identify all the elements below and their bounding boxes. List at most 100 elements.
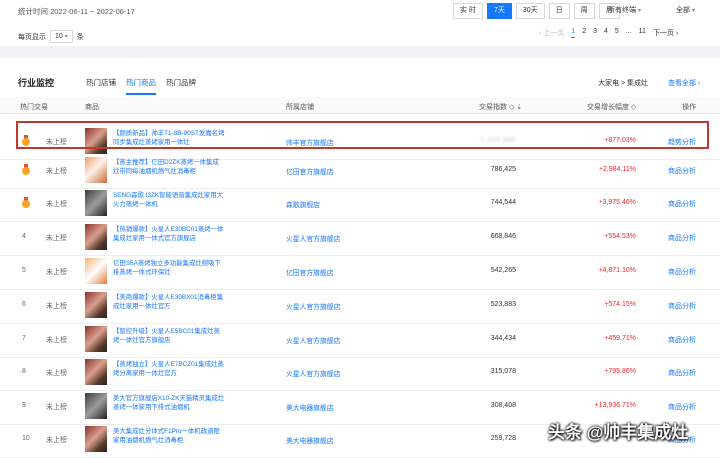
product-name-link[interactable]: 【智控升级】火星人E5BC01集成灶蒸烤一体灶官方旗舰店: [113, 327, 225, 345]
terminal-select[interactable]: 所有终端 ▾: [608, 5, 641, 15]
shop-link[interactable]: 火星人官方旗舰店: [286, 335, 340, 345]
trade-index: 315,078: [490, 368, 516, 375]
scope-select[interactable]: 全部 ▾: [676, 5, 695, 15]
product-thumbnail[interactable]: [85, 128, 107, 154]
table-row: 未上榜 【蒸主推荐】亿田D2ZK蒸烤一体集成灶带同每油烟机燃气灶消毒柜 亿田官方…: [0, 153, 720, 189]
product-name-link[interactable]: 美大集成灶分体式F1Pro一体机政道限家用油烟机燃气灶消毒柜: [113, 427, 225, 445]
table-row: 8 未上榜 【蒸烤独立】火星人E7BCZ01集成灶蒸烤分离家用一体灶官方 火星人…: [0, 355, 720, 391]
prev-page-button[interactable]: ‹ 上一页: [539, 28, 564, 38]
product-analysis-link[interactable]: 商品分析: [668, 233, 696, 243]
product-analysis-link[interactable]: 商品分析: [668, 267, 696, 277]
rank-number: 5: [22, 267, 26, 274]
product-name-link[interactable]: 亿田S5A蒸烤独立多功能集成灶侧吸下排蒸烤一体式环保灶: [113, 259, 225, 277]
terminal-select-label: 所有终端: [608, 7, 636, 14]
page-ellipsis: ...: [625, 28, 632, 35]
range-week-button[interactable]: 周: [573, 3, 595, 19]
rank-status: 未上榜: [46, 235, 67, 242]
table-header: 热门交易 商品 所属店铺 交易指数 ◇ ⇣ 交易增长幅度 ◇ 操作: [0, 97, 720, 114]
trend-analysis-link[interactable]: 趋势分析: [668, 137, 696, 147]
gold-medal-icon: [22, 135, 30, 146]
range-7d-button[interactable]: 7天: [486, 3, 512, 19]
watermark: 头条 @帅丰集成灶: [548, 423, 689, 442]
shop-link[interactable]: 帅丰官方旗舰店: [286, 137, 334, 147]
shop-link[interactable]: 亿田官方旗舰店: [286, 166, 334, 176]
product-thumbnail[interactable]: [85, 326, 107, 352]
growth-rate: +3,975.46%: [598, 199, 636, 206]
range-realtime-button[interactable]: 实 时: [453, 3, 483, 19]
per-page-value: 10: [55, 33, 63, 40]
header-trade-index[interactable]: 交易指数 ◇ ⇣: [479, 102, 522, 112]
header-action: 操作: [682, 104, 696, 111]
shop-link[interactable]: 森歌旗舰店: [286, 199, 320, 209]
rank-status: 未上榜: [46, 337, 67, 344]
category-selector[interactable]: 大家电 > 集成灶: [598, 78, 648, 88]
product-name-link[interactable]: 美大官方旗舰店X10-ZK天猫精灵集成灶蒸烤一体家用下排式油烟机: [113, 394, 225, 412]
product-name-link[interactable]: 【蒸主推荐】亿田D2ZK蒸烤一体集成灶带同每油烟机燃气灶消毒柜: [113, 158, 225, 176]
product-thumbnail[interactable]: [85, 292, 107, 318]
page-2-button[interactable]: 2: [582, 28, 586, 38]
section-title: 行业监控: [18, 78, 55, 88]
chevron-down-icon: ▾: [638, 8, 642, 14]
product-analysis-link[interactable]: 商品分析: [668, 335, 696, 345]
range-day-button[interactable]: 日: [548, 3, 570, 19]
page-11-button[interactable]: 11: [639, 28, 646, 38]
trade-index: 786,425: [490, 166, 516, 173]
product-name-link[interactable]: 【美商爆款】火星人E30BX01消毒柜集成灶家用一体灶官方: [113, 293, 225, 311]
per-page-unit: 条: [76, 33, 84, 41]
product-thumbnail[interactable]: [85, 393, 107, 419]
growth-rate: +4,871.10%: [598, 267, 636, 274]
view-all-link[interactable]: 查看全部 ›: [668, 78, 700, 88]
growth-rate: +554.53%: [604, 233, 636, 240]
next-page-button[interactable]: 下一页 ›: [653, 28, 678, 38]
product-analysis-link[interactable]: 商品分析: [668, 368, 696, 378]
rank-number: 4: [22, 233, 26, 240]
tab-hot-products[interactable]: 热门商品: [126, 77, 156, 95]
product-name-link[interactable]: 【热销爆款】火星人E30BC01蒸烤一体集成灶家用一体式官方旗舰店: [113, 225, 225, 243]
product-thumbnail[interactable]: [85, 157, 107, 183]
industry-monitor-panel: 行业监控 热门店铺 热门商品 热门品牌 大家电 > 集成灶 查看全部 › 热门交…: [0, 58, 720, 458]
product-analysis-link[interactable]: 商品分析: [668, 166, 696, 176]
shop-link[interactable]: 火星人官方旗舰店: [286, 368, 340, 378]
growth-rate: +459.71%: [604, 335, 636, 342]
product-name-link[interactable]: SENG森歌 I3ZK智能语音集成灶家用大火力蒸烤一体机: [113, 191, 225, 209]
trade-index: 542,265: [490, 267, 516, 274]
growth-rate: +13,936.71%: [594, 402, 636, 409]
product-thumbnail[interactable]: [85, 426, 107, 452]
range-30d-button[interactable]: 30天: [515, 3, 545, 19]
per-page-control: 每页显示 10 ▾ 条: [18, 30, 84, 43]
trade-index: 308,408: [490, 402, 516, 409]
product-name-link[interactable]: 【蒸烤独立】火星人E7BCZ01集成灶蒸烤分离家用一体灶官方: [113, 360, 225, 378]
product-thumbnail[interactable]: [85, 190, 107, 216]
trade-index: 744,544: [490, 199, 516, 206]
trade-index: 668,846: [490, 233, 516, 240]
per-page-select[interactable]: 10 ▾: [50, 30, 73, 43]
growth-rate: +795.86%: [604, 368, 636, 375]
page-4-button[interactable]: 4: [604, 28, 608, 38]
header-growth[interactable]: 交易增长幅度 ◇: [587, 102, 636, 112]
tab-hot-shops[interactable]: 热门店铺: [86, 77, 116, 95]
page-5-button[interactable]: 5: [615, 28, 619, 38]
shop-link[interactable]: 亿田官方旗舰店: [286, 267, 334, 277]
product-analysis-link[interactable]: 商品分析: [668, 199, 696, 209]
rank-number: 8: [22, 368, 26, 375]
shop-link[interactable]: 火星人官方旗舰店: [286, 301, 340, 311]
product-thumbnail[interactable]: [85, 224, 107, 250]
rank-number: 9: [22, 402, 26, 409]
product-thumbnail[interactable]: [85, 359, 107, 385]
rank-status: 未上榜: [46, 303, 67, 310]
page-3-button[interactable]: 3: [593, 28, 597, 38]
rank-status: 未上榜: [46, 404, 67, 411]
product-analysis-link[interactable]: 商品分析: [668, 402, 696, 412]
trade-index: 344,434: [490, 335, 516, 342]
shop-link[interactable]: 美大电器旗舰店: [286, 435, 334, 445]
product-thumbnail[interactable]: [85, 258, 107, 284]
tab-hot-brands[interactable]: 热门品牌: [166, 77, 196, 95]
scope-select-label: 全部: [676, 7, 690, 14]
rank-status: 未上榜: [46, 269, 67, 276]
shop-link[interactable]: 火星人官方旗舰店: [286, 233, 340, 243]
page-1-button[interactable]: 1: [571, 28, 576, 38]
shop-link[interactable]: 美大电器旗舰店: [286, 402, 334, 412]
table-row: 7 未上榜 【智控升级】火星人E5BC01集成灶蒸烤一体灶官方旗舰店 火星人官方…: [0, 322, 720, 358]
product-analysis-link[interactable]: 商品分析: [668, 301, 696, 311]
product-name-link[interactable]: 【颜质新品】帅丰T1-8B-90ST发嘉名烤同步集成灶蒸烤家用一体灶: [113, 129, 225, 147]
